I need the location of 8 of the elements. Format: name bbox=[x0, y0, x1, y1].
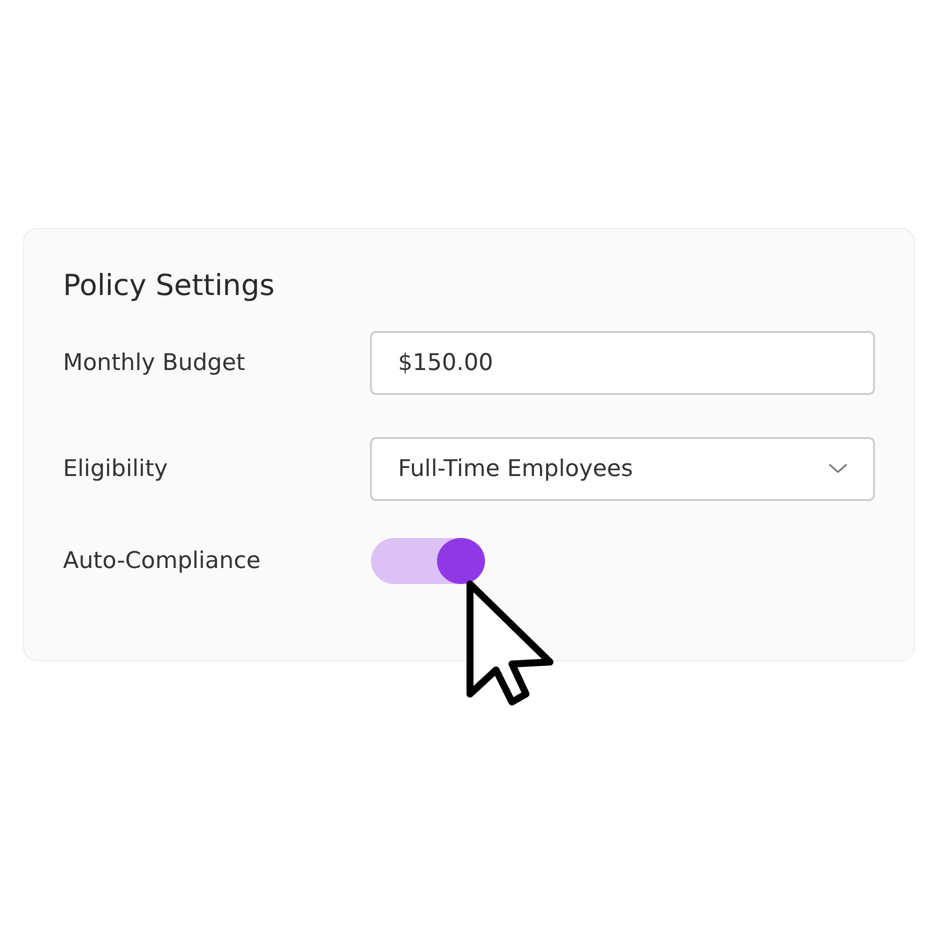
chevron-down-icon bbox=[829, 464, 847, 474]
budget-field[interactable]: $150.00 bbox=[370, 331, 875, 395]
card-title: Policy Settings bbox=[63, 267, 276, 304]
field-label: Eligibility bbox=[63, 456, 169, 482]
toggle-switch[interactable] bbox=[371, 538, 485, 584]
field-label: Monthly Budget bbox=[63, 350, 246, 376]
eligibility-dropdown[interactable]: Full-Time Employees bbox=[370, 437, 875, 501]
field-label: Auto-Compliance bbox=[63, 548, 262, 574]
